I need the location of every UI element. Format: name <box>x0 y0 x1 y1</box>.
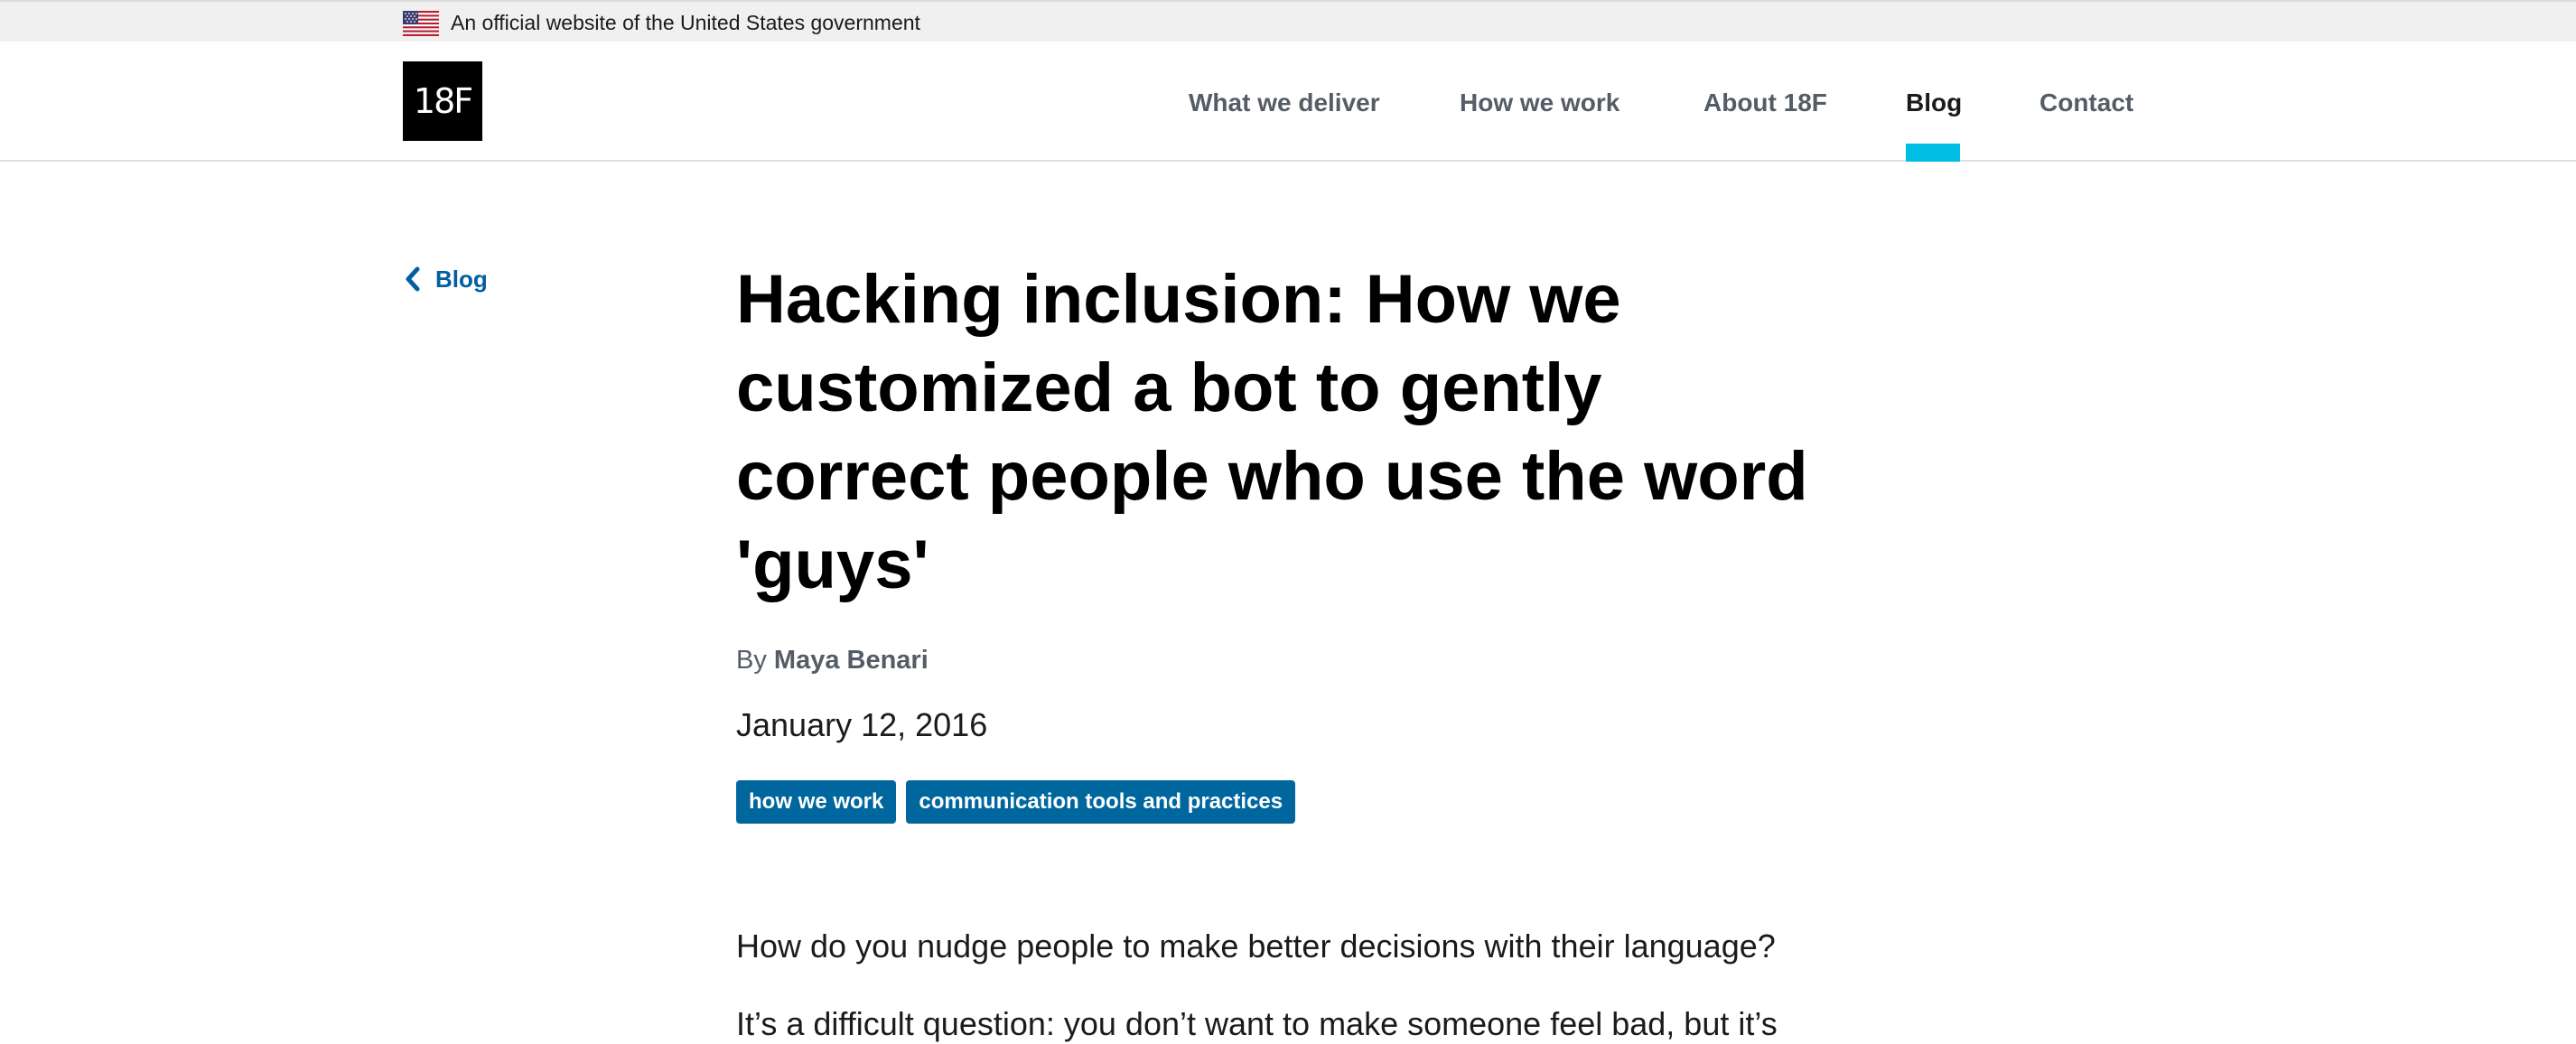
nav-contact[interactable]: Contact <box>2039 88 2133 118</box>
byline: By Maya Benari <box>736 644 929 676</box>
tag-how-we-work[interactable]: how we work <box>736 780 897 824</box>
nav-active-indicator <box>1906 144 1960 162</box>
article-title-line: Hacking inclusion: How we <box>736 261 1621 338</box>
tag-communication-tools[interactable]: communication tools and practices <box>906 780 1296 824</box>
gov-banner-text: An official website of the United States… <box>451 11 920 34</box>
gov-banner: An official website of the United States… <box>0 0 2576 42</box>
back-to-blog-link[interactable]: Blog <box>403 261 488 297</box>
article-paragraph: It’s a difficult question: you don’t wan… <box>736 1005 1778 1042</box>
article-paragraph: How do you nudge people to make better d… <box>736 927 1776 965</box>
article-title-line: customized a bot to gently <box>736 350 1602 426</box>
author-link[interactable]: Maya Benari <box>774 646 929 675</box>
article-title: Hacking inclusion: How we customized a b… <box>736 256 1856 610</box>
nav-blog[interactable]: Blog <box>1906 88 1962 118</box>
post-date: January 12, 2016 <box>736 706 988 743</box>
site-logo[interactable]: 18F <box>403 61 482 141</box>
nav-how-we-work[interactable]: How we work <box>1460 88 1619 118</box>
article-title-line: correct people who use the word <box>736 438 1808 515</box>
nav-what-we-deliver[interactable]: What we deliver <box>1189 88 1380 118</box>
back-link-label: Blog <box>435 265 488 293</box>
site-header: 18F What we deliver How we work About 18… <box>0 42 2576 162</box>
nav-about-18f[interactable]: About 18F <box>1703 88 1827 118</box>
tag-list: how we work communication tools and prac… <box>736 780 1296 824</box>
article-title-line: 'guys' <box>736 527 929 603</box>
chevron-left-icon <box>406 266 420 292</box>
byline-prefix: By <box>736 646 767 675</box>
us-flag-icon <box>403 11 439 36</box>
